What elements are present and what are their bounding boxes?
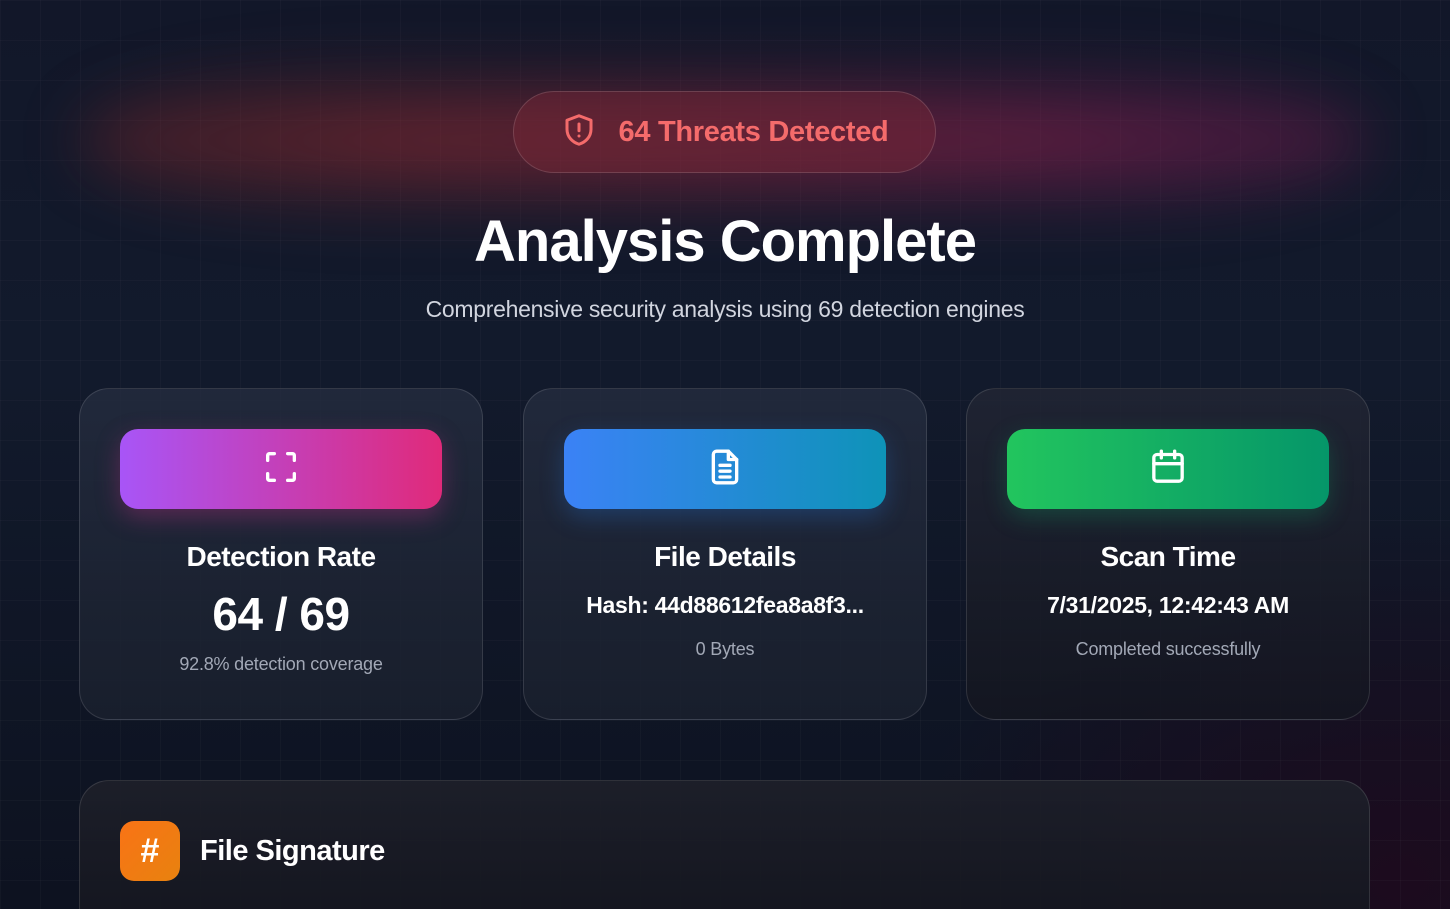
- file-details-label: File Details: [654, 541, 796, 572]
- threat-status-badge: 64 Threats Detected: [513, 91, 936, 173]
- scan-icon: [261, 447, 301, 492]
- scan-status-note: Completed successfully: [1075, 639, 1261, 659]
- threat-count-text: 64 Threats Detected: [618, 115, 889, 148]
- detection-rate-banner: [120, 429, 442, 509]
- shield-alert-icon: [561, 112, 597, 153]
- file-size-note: 0 Bytes: [695, 639, 755, 659]
- page-title: Analysis Complete: [474, 209, 977, 274]
- file-details-card: File Details Hash: 44d88612fea8a8f3... 0…: [523, 388, 927, 720]
- hash-icon: #: [120, 821, 180, 881]
- detection-rate-value: 64 / 69: [212, 588, 350, 640]
- scan-time-card: Scan Time 7/31/2025, 12:42:43 AM Complet…: [966, 388, 1370, 720]
- file-hash-value: Hash: 44d88612fea8a8f3...: [586, 592, 864, 618]
- detection-coverage-note: 92.8% detection coverage: [179, 654, 383, 674]
- page-subtitle: Comprehensive security analysis using 69…: [425, 296, 1025, 322]
- file-signature-title: File Signature: [200, 835, 385, 867]
- file-signature-panel: # File Signature: [79, 780, 1370, 909]
- scan-time-banner: [1007, 429, 1329, 509]
- scan-time-value: 7/31/2025, 12:42:43 AM: [1047, 592, 1289, 618]
- scan-time-label: Scan Time: [1100, 541, 1236, 572]
- detection-rate-label: Detection Rate: [186, 541, 376, 572]
- detection-rate-card: Detection Rate 64 / 69 92.8% detection c…: [79, 388, 483, 720]
- calendar-icon: [1148, 447, 1188, 492]
- analysis-page: 64 Threats Detected Analysis Complete Co…: [0, 0, 1450, 909]
- file-details-banner: [564, 429, 886, 509]
- file-text-icon: [705, 447, 745, 492]
